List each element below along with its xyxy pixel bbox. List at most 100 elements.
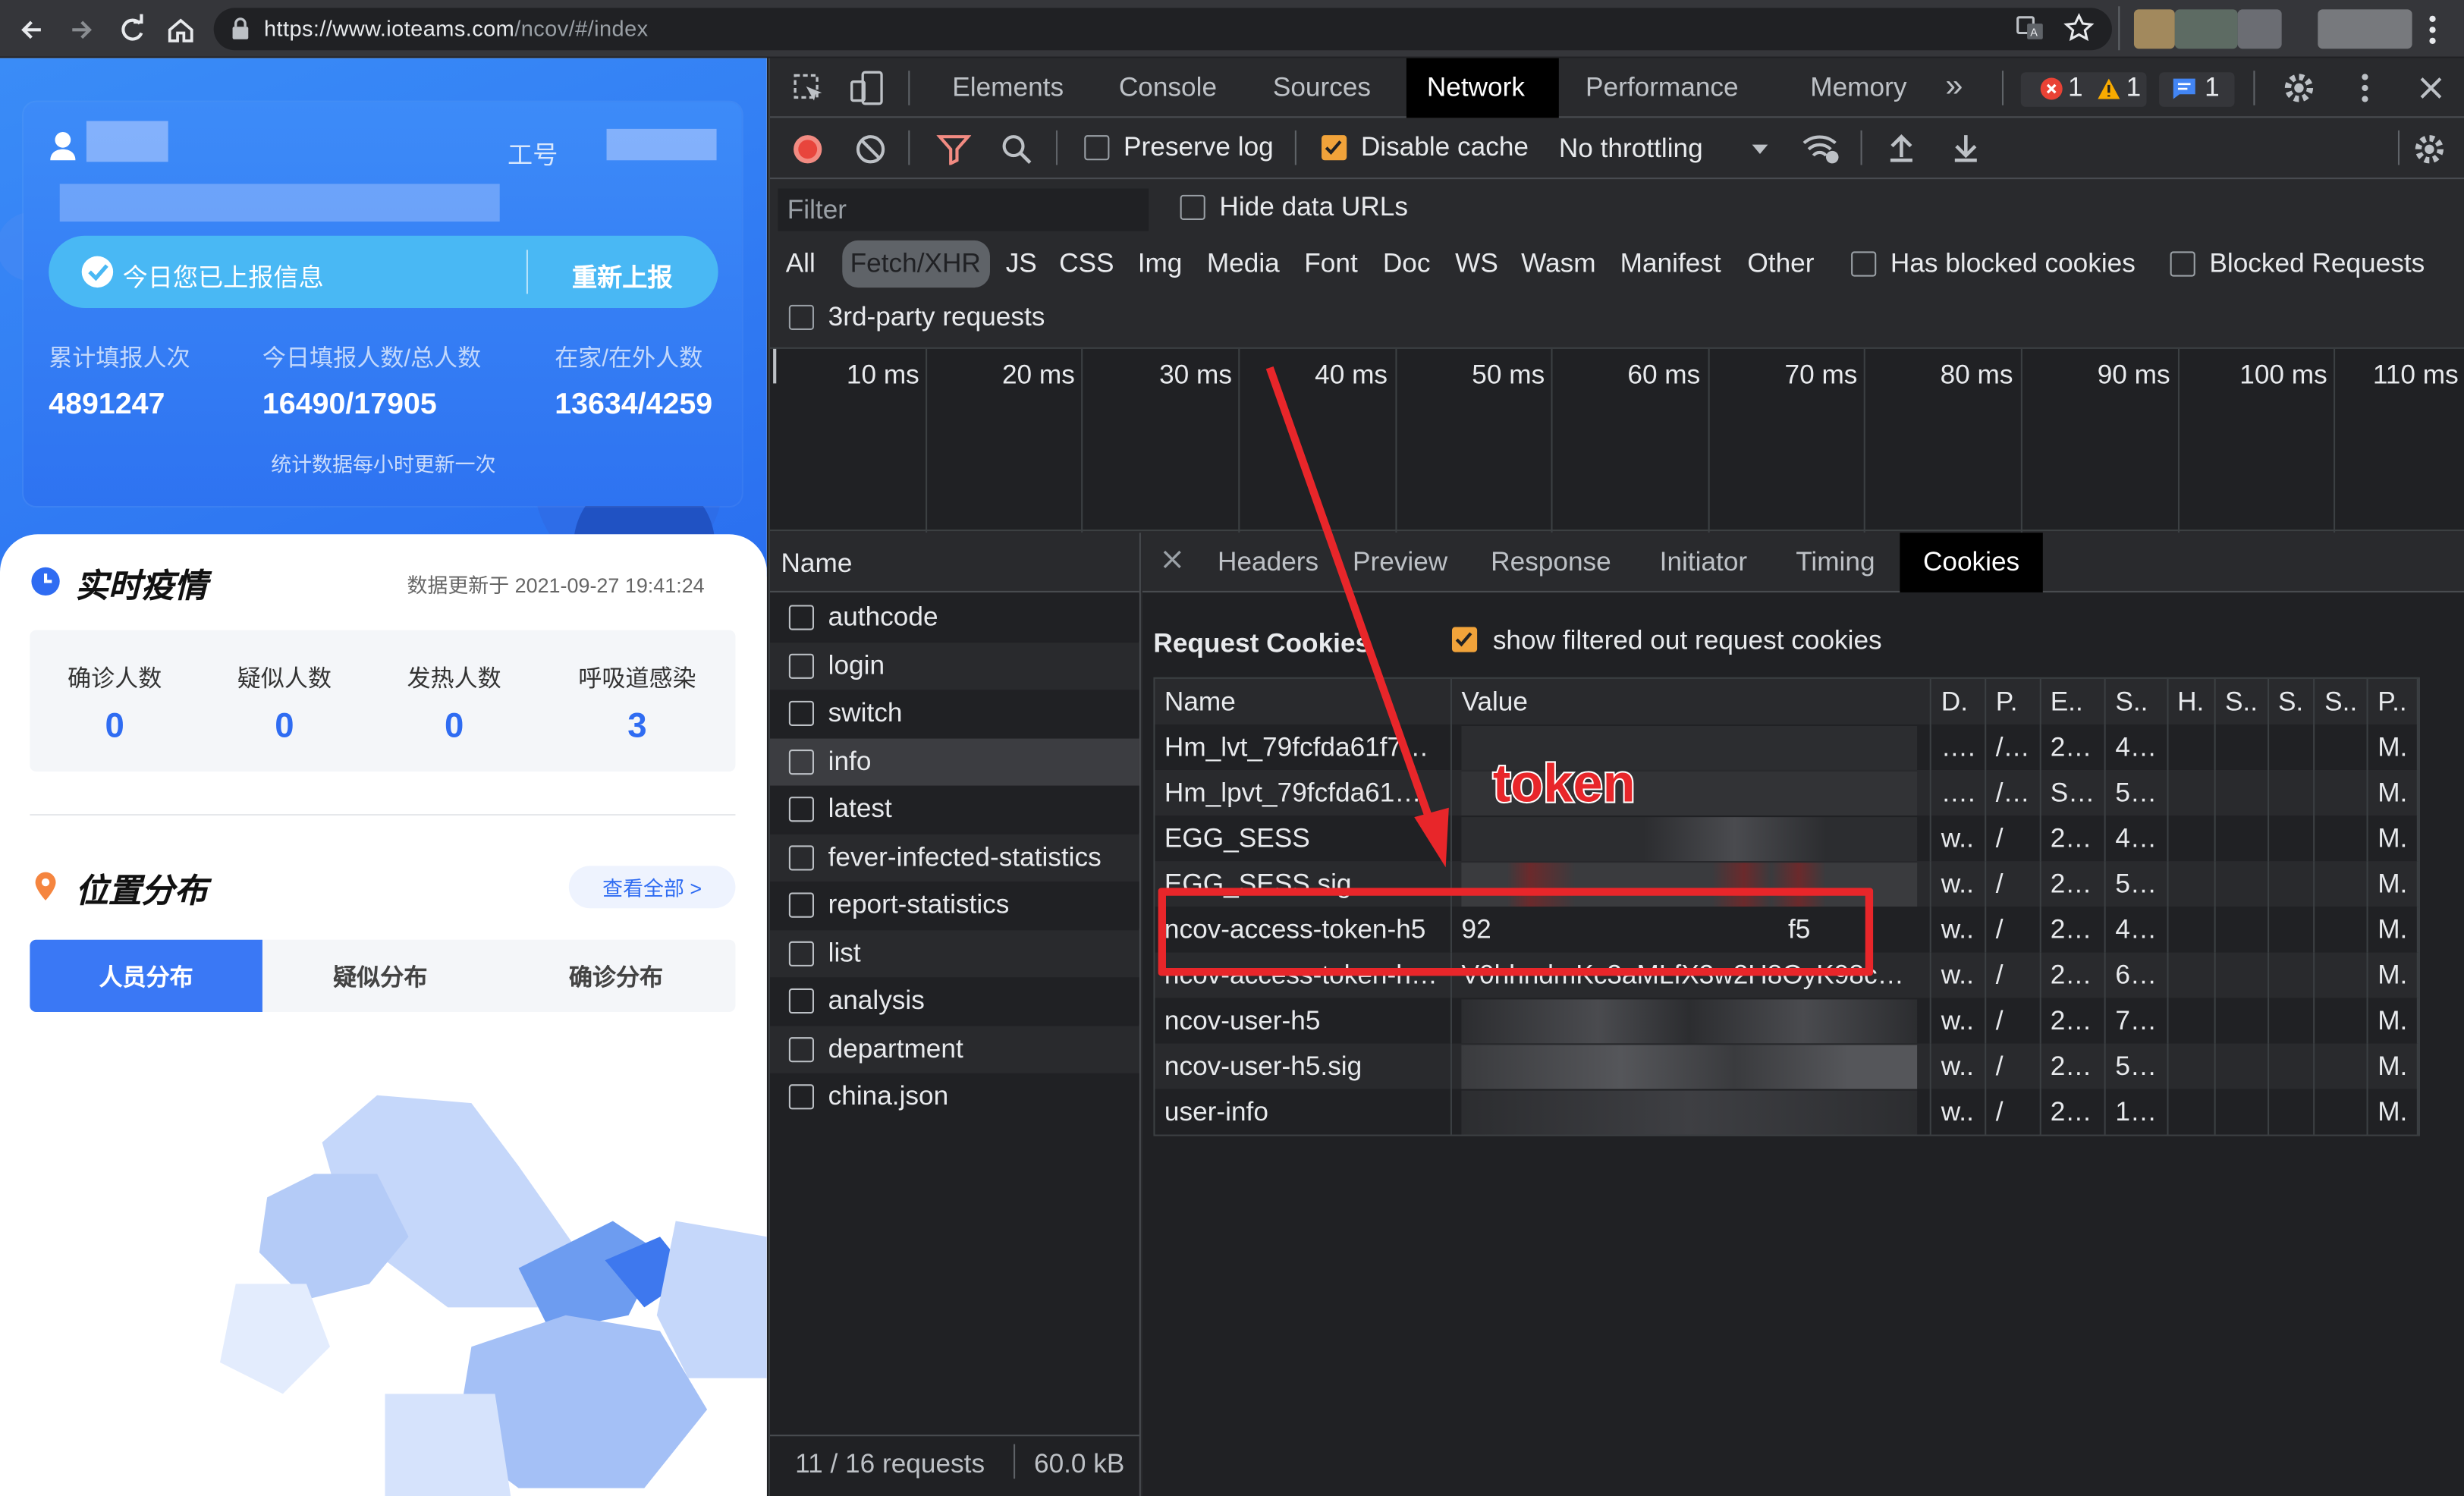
network-settings-gear-icon[interactable]: [2412, 132, 2447, 167]
forward-icon[interactable]: [64, 13, 99, 48]
avatar[interactable]: [2318, 9, 2412, 49]
type-filter-doc[interactable]: Doc: [1383, 248, 1431, 279]
cookie-row[interactable]: ncov-user-h5 w../2… 7… M.: [1155, 998, 2418, 1044]
extension-icon[interactable]: [2174, 9, 2238, 49]
column-header[interactable]: E..: [2040, 678, 2106, 724]
blocked-requests-label[interactable]: Blocked Requests: [2209, 248, 2425, 279]
record-icon[interactable]: [792, 134, 823, 165]
tab-performance[interactable]: Performance: [1586, 72, 1739, 103]
name-column-header[interactable]: Name: [781, 548, 852, 580]
column-header[interactable]: D.: [1931, 678, 1987, 724]
type-filter-wasm[interactable]: Wasm: [1521, 248, 1595, 279]
preserve-log-checkbox[interactable]: [1084, 135, 1110, 161]
type-filter-media[interactable]: Media: [1207, 248, 1280, 279]
bookmark-star-icon[interactable]: [2063, 13, 2095, 44]
employee-id-label: 工号: [508, 143, 558, 170]
tab-cookies[interactable]: Cookies: [1900, 533, 2043, 592]
type-filter-font[interactable]: Font: [1304, 248, 1357, 279]
device-toolbar-icon[interactable]: [849, 69, 887, 107]
extension-icon[interactable]: [2237, 9, 2282, 49]
request-row[interactable]: switch: [769, 690, 1139, 737]
more-tabs-icon[interactable]: »: [1945, 69, 1963, 105]
tab-personnel[interactable]: 人员分布: [30, 939, 262, 1012]
type-filter-fetch-xhr[interactable]: Fetch/XHR: [850, 248, 981, 279]
view-all-button[interactable]: 查看全部 >: [568, 866, 736, 909]
tab-timing[interactable]: Timing: [1774, 533, 1897, 592]
cookie-row[interactable]: ncov-user-h5.sig w../2… 5… M.: [1155, 1043, 2418, 1089]
request-row[interactable]: list: [769, 930, 1139, 978]
hide-data-urls-label[interactable]: Hide data URLs: [1219, 192, 1408, 223]
back-icon[interactable]: [14, 13, 49, 48]
column-header[interactable]: P.: [1985, 678, 2041, 724]
hide-data-urls-checkbox[interactable]: [1180, 194, 1205, 220]
tab-response[interactable]: Response: [1472, 533, 1630, 592]
column-header[interactable]: S..: [2314, 678, 2368, 724]
column-header[interactable]: S..: [2214, 678, 2269, 724]
column-header[interactable]: S.: [2268, 678, 2315, 724]
timeline-overview[interactable]: 10 ms 20 ms 30 ms 40 ms 50 ms 60 ms 70 m…: [769, 347, 2464, 533]
preserve-log-label[interactable]: Preserve log: [1124, 132, 1274, 163]
request-row[interactable]: department: [769, 1026, 1139, 1073]
tab-confirmed[interactable]: 确诊分布: [500, 940, 733, 1012]
request-row[interactable]: latest: [769, 785, 1139, 833]
request-row[interactable]: analysis: [769, 977, 1139, 1025]
network-conditions-icon[interactable]: [1801, 132, 1842, 167]
reload-icon[interactable]: [115, 13, 149, 48]
translate-icon[interactable]: A: [2016, 14, 2044, 42]
request-row[interactable]: authcode: [769, 593, 1139, 642]
close-icon[interactable]: [2418, 75, 2444, 100]
extension-icon[interactable]: [2133, 9, 2175, 49]
browser-menu-icon[interactable]: [2428, 14, 2437, 46]
settings-gear-icon[interactable]: [2282, 71, 2317, 105]
throttling-select[interactable]: No throttling: [1559, 134, 1703, 165]
type-filter-js[interactable]: JS: [1006, 248, 1037, 279]
third-party-label[interactable]: 3rd-party requests: [828, 302, 1045, 333]
has-blocked-cookies-label[interactable]: Has blocked cookies: [1890, 248, 2136, 279]
type-filter-manifest[interactable]: Manifest: [1620, 248, 1721, 279]
tab-initiator[interactable]: Initiator: [1642, 533, 1765, 592]
type-filter-css[interactable]: CSS: [1059, 248, 1114, 279]
search-icon[interactable]: [1001, 134, 1032, 165]
chevron-down-icon[interactable]: [1751, 143, 1770, 156]
has-blocked-cookies-checkbox[interactable]: [1851, 251, 1877, 277]
home-icon[interactable]: [163, 13, 198, 48]
third-party-checkbox[interactable]: [788, 304, 814, 330]
type-filter-ws[interactable]: WS: [1455, 248, 1498, 279]
import-har-icon[interactable]: [1887, 132, 1916, 163]
tab-suspected[interactable]: 疑似分布: [264, 940, 497, 1012]
type-filter-img[interactable]: Img: [1138, 248, 1183, 279]
inspect-element-icon[interactable]: [792, 72, 827, 107]
column-header[interactable]: S..: [2104, 678, 2168, 724]
filter-icon[interactable]: [936, 134, 972, 165]
clock-icon: [30, 566, 61, 597]
tab-console[interactable]: Console: [1119, 72, 1217, 103]
column-header[interactable]: H.: [2167, 678, 2216, 724]
stat-label: 在家/在外人数: [555, 345, 703, 372]
url-text[interactable]: https://www.ioteams.com/ncov/#/index: [264, 16, 649, 41]
disable-cache-checkbox[interactable]: [1322, 135, 1347, 161]
close-detail-icon[interactable]: [1163, 550, 1182, 569]
tab-sources[interactable]: Sources: [1273, 72, 1371, 103]
tab-elements[interactable]: Elements: [952, 72, 1064, 103]
column-header[interactable]: Value: [1451, 678, 1932, 724]
tab-network[interactable]: Network: [1427, 72, 1525, 103]
china-map[interactable]: [0, 1080, 767, 1496]
show-filtered-label[interactable]: show filtered out request cookies: [1493, 625, 1882, 656]
request-row-selected[interactable]: info: [769, 738, 1139, 786]
type-filter-all[interactable]: All: [786, 248, 816, 279]
lock-icon[interactable]: [231, 17, 250, 41]
request-row[interactable]: report-statistics: [769, 882, 1139, 929]
request-row[interactable]: fever-infected-statistics: [769, 834, 1139, 882]
request-row[interactable]: login: [769, 643, 1139, 690]
tab-memory[interactable]: Memory: [1810, 72, 1906, 103]
re-report-button[interactable]: 重新上报: [572, 256, 673, 294]
export-har-icon[interactable]: [1952, 132, 1980, 163]
cookie-row[interactable]: user-info w../2… 1… M.: [1155, 1089, 2418, 1135]
type-filter-other[interactable]: Other: [1747, 248, 1814, 279]
column-header[interactable]: P..: [2367, 678, 2418, 724]
request-row[interactable]: china.json: [769, 1073, 1139, 1120]
clear-icon[interactable]: [855, 134, 886, 165]
blocked-requests-checkbox[interactable]: [2170, 251, 2195, 277]
devtools-menu-icon[interactable]: [2360, 72, 2369, 103]
disable-cache-label[interactable]: Disable cache: [1361, 132, 1529, 163]
